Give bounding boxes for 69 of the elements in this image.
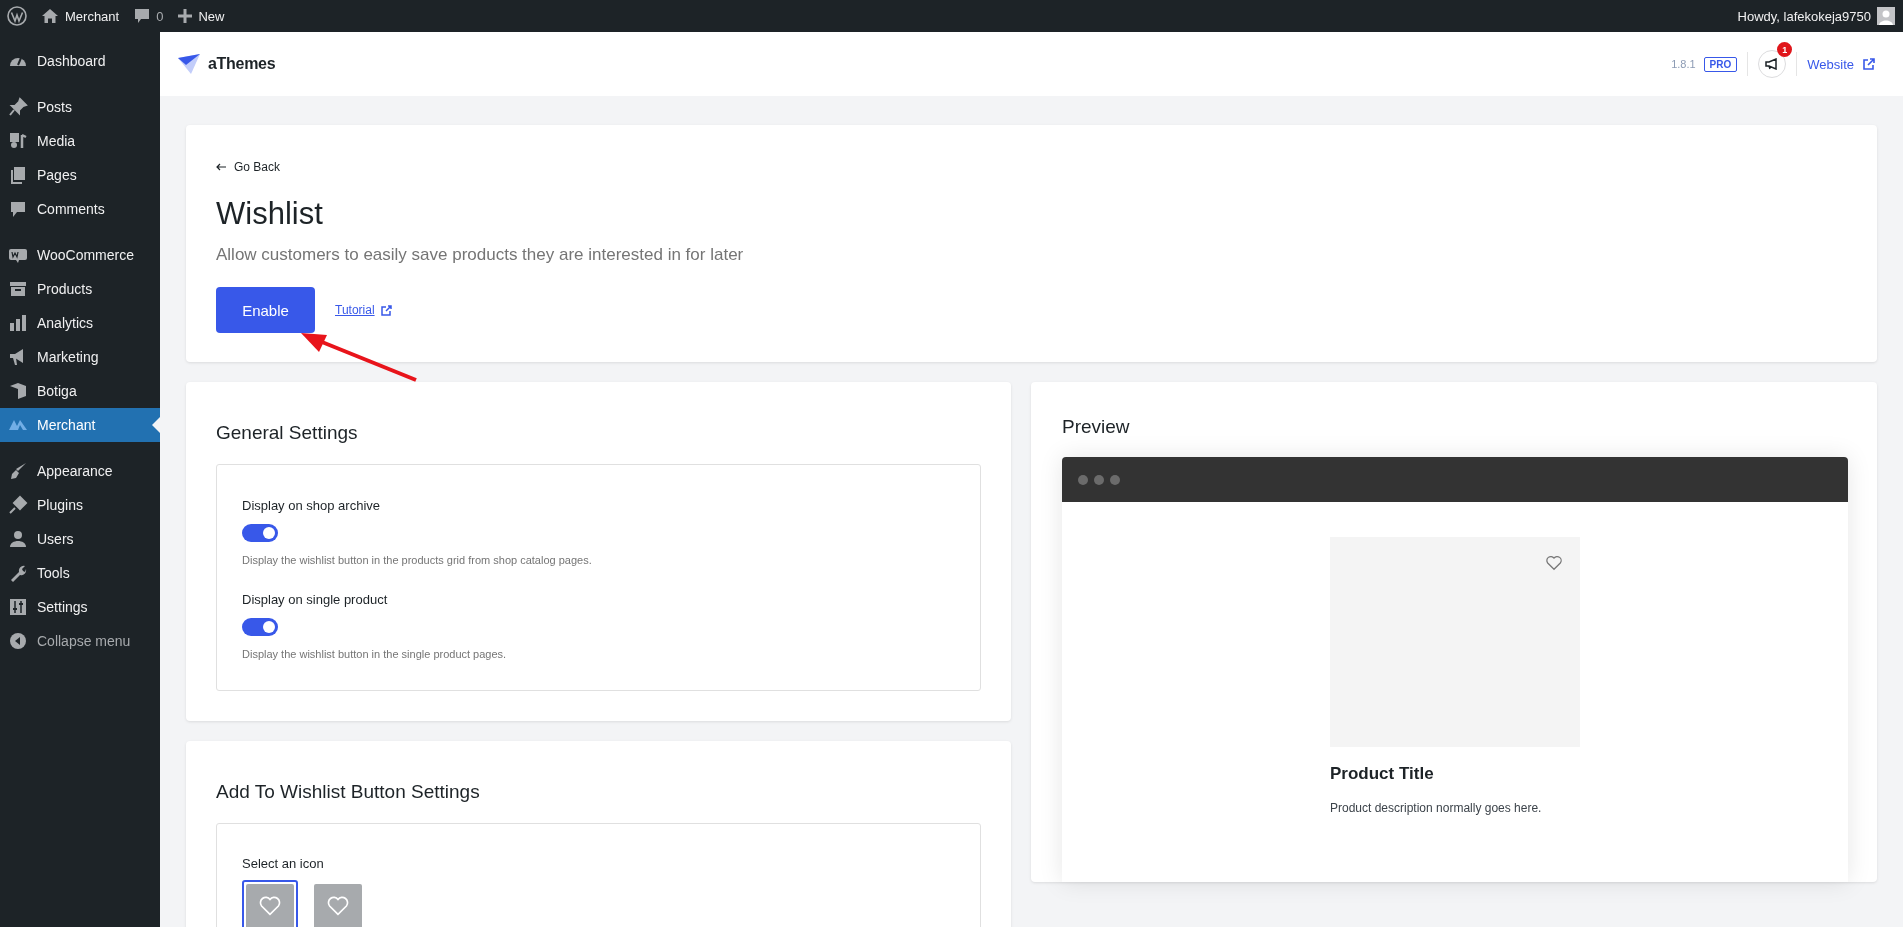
brush-icon	[8, 461, 28, 481]
user-icon	[8, 529, 28, 549]
sidebar-item[interactable]: Dashboard	[0, 44, 160, 78]
pro-badge: PRO	[1703, 56, 1738, 72]
left-arrow-icon	[216, 163, 226, 171]
wordpress-logo-icon[interactable]	[7, 6, 27, 26]
option-label: Display on single product	[242, 592, 389, 607]
account-menu[interactable]: Howdy, lafekokeja9750	[1737, 7, 1895, 25]
sidebar-item[interactable]: WooCommerce	[0, 238, 160, 272]
new-link[interactable]: New	[178, 8, 225, 24]
sliders-icon	[8, 597, 28, 617]
pin-icon	[8, 97, 28, 117]
avatar-icon	[1877, 7, 1895, 25]
section-title: General Settings	[216, 422, 359, 444]
home-icon	[41, 8, 59, 24]
collapse-menu-button[interactable]: Collapse menu	[0, 624, 160, 658]
page-title: Wishlist	[216, 195, 324, 233]
option-label: Select an icon	[242, 856, 325, 871]
heart-icon	[326, 894, 350, 918]
notification-count: 1	[1777, 42, 1793, 57]
heart-icon	[258, 894, 282, 918]
megaphone-icon	[1765, 58, 1780, 70]
speech-bubble-icon	[8, 199, 28, 219]
pages-icon	[8, 165, 28, 185]
sidebar-item[interactable]: Pages	[0, 158, 160, 192]
enable-button[interactable]: Enable	[216, 287, 315, 333]
box-icon	[8, 381, 28, 401]
sidebar-item[interactable]: Users	[0, 522, 160, 556]
site-link[interactable]: Merchant	[41, 8, 120, 24]
sidebar-item[interactable]: Marketing	[0, 340, 160, 374]
sidebar-item[interactable]: Comments	[0, 192, 160, 226]
option-help-text: Display the wishlist button in the products grid from shop catalog pages.	[242, 554, 593, 566]
plug-icon	[8, 495, 28, 515]
section-title: Preview	[1062, 416, 1131, 438]
sidebar-item[interactable]: Plugins	[0, 488, 160, 522]
section-title: Add To Wishlist Button Settings	[216, 781, 481, 803]
sidebar-item[interactable]: Botiga	[0, 374, 160, 408]
toggle-switch[interactable]	[242, 618, 278, 636]
sidebar-item[interactable]: Merchant	[0, 408, 160, 442]
website-link[interactable]: Website	[1807, 56, 1875, 72]
heart-icon	[1545, 554, 1563, 572]
sidebar-item[interactable]: Appearance	[0, 454, 160, 488]
speech-bubble-icon	[134, 8, 151, 24]
bar-chart-icon	[8, 313, 28, 333]
external-link-icon	[1863, 58, 1875, 70]
sidebar-item[interactable]: Products	[0, 272, 160, 306]
plus-icon	[178, 9, 193, 23]
logo-text: aThemes	[208, 55, 276, 73]
option-help-text: Display the wishlist button in the single product pages.	[242, 648, 508, 660]
sidebar-item[interactable]: Analytics	[0, 306, 160, 340]
icon-option[interactable]	[242, 880, 298, 927]
option-label: Display on shop archive	[242, 498, 382, 513]
page-description: Allow customers to easily save products they are interested in for later	[216, 245, 745, 265]
product-description: Product description normally goes here.	[1330, 801, 1543, 815]
sidebar-item[interactable]: Media	[0, 124, 160, 158]
sidebar-item[interactable]: Tools	[0, 556, 160, 590]
sidebar-item[interactable]: Posts	[0, 90, 160, 124]
archive-icon	[8, 279, 28, 299]
media-icon	[8, 131, 28, 151]
sidebar-item[interactable]: Settings	[0, 590, 160, 624]
product-title: Product Title	[1330, 764, 1435, 784]
tutorial-link[interactable]: Tutorial	[335, 303, 392, 317]
comments-link[interactable]: 0	[134, 8, 164, 24]
toggle-switch[interactable]	[242, 524, 278, 542]
version-number: 1.8.1	[1671, 58, 1696, 70]
window-dots-icon	[1078, 474, 1120, 485]
external-link-icon	[380, 304, 392, 316]
paper-plane-icon	[178, 54, 200, 74]
go-back-link[interactable]: Go Back	[216, 160, 281, 174]
